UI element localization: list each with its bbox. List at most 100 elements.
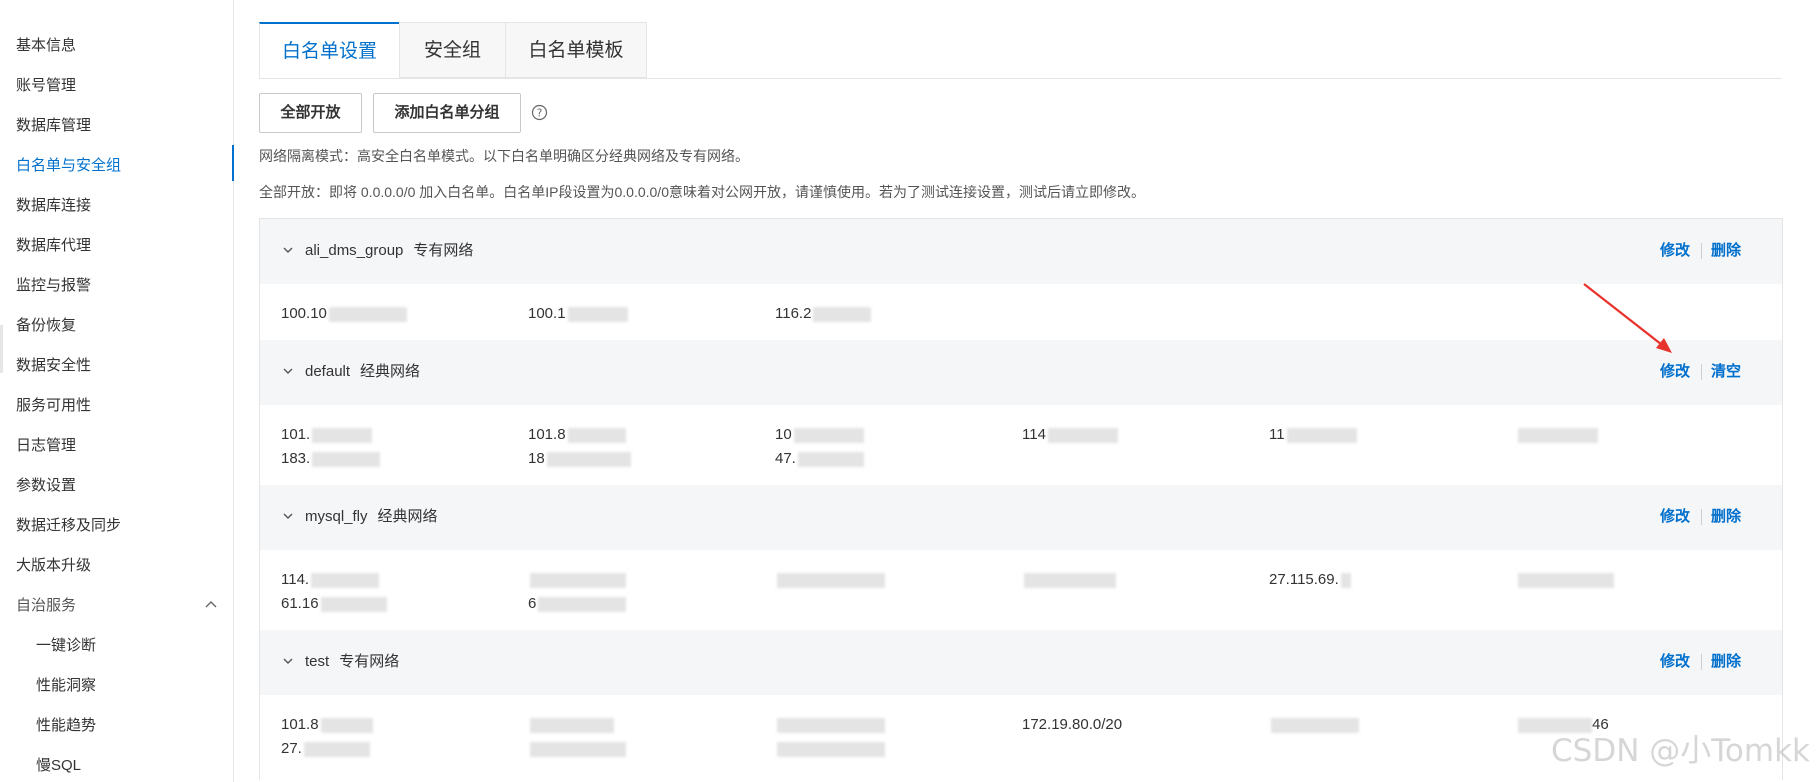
sidebar-item-db-proxy[interactable]: 数据库代理 (16, 236, 91, 256)
sidebar-item-params[interactable]: 参数设置 (16, 476, 76, 496)
whitelist-group-ips: 101. 101.8 10 114 11 183. 18 47. (260, 405, 1782, 486)
sidebar-item-accounts[interactable]: 账号管理 (16, 76, 76, 96)
ip-redaction (567, 306, 628, 322)
ip-entry: 101. (281, 425, 373, 445)
group-title: default 经典网络 (305, 362, 420, 382)
ip-redaction (303, 741, 370, 757)
ip-redaction (567, 427, 626, 443)
ip-redaction (1518, 572, 1614, 588)
ip-entry: 27.115.69. (1269, 570, 1351, 590)
group-name: test (305, 653, 330, 670)
chevron-up-icon[interactable] (204, 597, 218, 611)
sidebar-item-availability[interactable]: 服务可用性 (16, 396, 91, 416)
ip-redaction (1286, 427, 1357, 443)
action-divider (1701, 364, 1702, 380)
chevron-down-icon[interactable] (282, 365, 294, 377)
ip-visible-text: 101.8 (281, 716, 319, 733)
tab-whitelist-template[interactable]: 白名单模板 (505, 22, 647, 78)
ip-entry: 18 (528, 449, 631, 469)
ip-entry (1516, 570, 1614, 590)
sidebar-item-autonomy[interactable]: 自治服务 (16, 596, 76, 616)
ip-visible-text: 101.8 (528, 426, 566, 443)
ip-entry: 172.19.80.0/20 (1022, 715, 1122, 735)
ip-redaction (777, 741, 885, 757)
ip-visible-text: 116.2 (775, 305, 812, 322)
sidebar-item-logs[interactable]: 日志管理 (16, 436, 76, 456)
sidebar-item-upgrade[interactable]: 大版本升级 (16, 556, 91, 576)
ip-redaction (312, 451, 381, 467)
chevron-down-icon[interactable] (282, 510, 294, 522)
sidebar-subitem-insight[interactable]: 性能洞察 (36, 676, 96, 696)
action-divider (1701, 509, 1702, 525)
ip-redaction (793, 427, 864, 443)
sidebar-subitem-slow-sql[interactable]: 慢SQL (36, 756, 81, 776)
whitelist-group-header[interactable]: mysql_fly 经典网络 修改 删除 (260, 485, 1782, 550)
add-whitelist-group-button[interactable]: 添加白名单分组 (373, 93, 521, 133)
watermark: CSDN @小Tomkk (1551, 733, 1810, 769)
ip-visible-text: 114. (281, 571, 310, 588)
chevron-down-icon[interactable] (282, 244, 294, 256)
open-all-button[interactable]: 全部开放 (259, 93, 362, 133)
ip-entry: 6 (528, 594, 627, 614)
sidebar-item-basic-info[interactable]: 基本信息 (16, 36, 76, 56)
edit-group-link[interactable]: 修改 (1660, 241, 1690, 261)
delete-group-link[interactable]: 删除 (1711, 507, 1741, 527)
tab-whitelist-settings[interactable]: 白名单设置 (259, 22, 400, 78)
whitelist-group-list: ali_dms_group 专有网络 修改 删除 100.10 100.1 116… (259, 218, 1783, 781)
whitelist-group-header[interactable]: test 专有网络 修改 删除 (260, 630, 1782, 695)
ip-visible-text: 18 (528, 450, 545, 467)
edit-group-link[interactable]: 修改 (1660, 507, 1690, 527)
ip-visible-text: 47. (775, 450, 796, 467)
sidebar-active-indicator (232, 145, 234, 181)
ip-visible-text: 100.10 (281, 305, 327, 322)
delete-group-link[interactable]: 删除 (1711, 241, 1741, 261)
sidebar-edge-marker (0, 325, 3, 373)
ip-redaction (530, 741, 626, 757)
whitelist-group-header[interactable]: default 经典网络 修改 清空 (260, 340, 1782, 405)
ip-visible-text: 27.115.69. (1269, 571, 1339, 588)
sidebar-item-whitelist-security[interactable]: 白名单与安全组 (16, 156, 121, 176)
ip-visible-text: 183. (281, 450, 311, 467)
sidebar-item-databases[interactable]: 数据库管理 (16, 116, 91, 136)
sidebar-item-monitoring[interactable]: 监控与报警 (16, 276, 91, 296)
ip-visible-text: 61.16 (281, 595, 319, 612)
question-circle-icon[interactable]: ? (531, 104, 548, 121)
ip-visible-text: 11 (1269, 426, 1285, 443)
clear-group-link[interactable]: 清空 (1711, 362, 1741, 382)
ip-visible-text: 27. (281, 740, 302, 757)
whitelist-group-header[interactable]: ali_dms_group 专有网络 修改 删除 (260, 219, 1782, 284)
sidebar-item-backup[interactable]: 备份恢复 (16, 316, 76, 336)
group-network-type: 专有网络 (413, 242, 474, 259)
ip-redaction (777, 572, 885, 588)
group-title: mysql_fly 经典网络 (305, 507, 438, 527)
group-network-type: 专有网络 (339, 653, 400, 670)
whitelist-group-ips: 114. 27.115.69. 61.16 6 (260, 550, 1782, 631)
edit-group-link[interactable]: 修改 (1660, 652, 1690, 672)
sidebar-subitem-trend[interactable]: 性能趋势 (36, 716, 96, 736)
sidebar-item-data-security[interactable]: 数据安全性 (16, 356, 91, 376)
edit-group-link[interactable]: 修改 (1660, 362, 1690, 382)
ip-entry: 61.16 (281, 594, 387, 614)
ip-entry (775, 570, 885, 590)
ip-entry: 183. (281, 449, 381, 469)
group-network-type: 经典网络 (360, 363, 421, 380)
ip-visible-text: 100.1 (528, 305, 566, 322)
ip-entry (1022, 570, 1116, 590)
ip-redaction (1340, 572, 1351, 588)
ip-redaction (1024, 572, 1116, 588)
ip-redaction (320, 717, 373, 733)
ip-redaction (328, 306, 407, 322)
ip-entry (775, 715, 885, 735)
open-all-warning-note: 全部开放：即将 0.0.0.0/0 加入白名单。白名单IP段设置为0.0.0.0… (259, 184, 1145, 200)
sidebar-item-db-connection[interactable]: 数据库连接 (16, 196, 91, 216)
sidebar-item-migration[interactable]: 数据迁移及同步 (16, 516, 121, 536)
ip-redaction (530, 717, 614, 733)
whitelist-group-ips: 100.10 100.1 116.2 (260, 284, 1782, 341)
group-title: ali_dms_group 专有网络 (305, 241, 473, 261)
tab-security-group[interactable]: 安全组 (399, 22, 506, 78)
delete-group-link[interactable]: 删除 (1711, 652, 1741, 672)
ip-visible-text: 114 (1022, 426, 1046, 443)
sidebar-subitem-diagnose[interactable]: 一键诊断 (36, 636, 96, 656)
chevron-down-icon[interactable] (282, 655, 294, 667)
ip-visible-text: 6 (528, 595, 537, 612)
